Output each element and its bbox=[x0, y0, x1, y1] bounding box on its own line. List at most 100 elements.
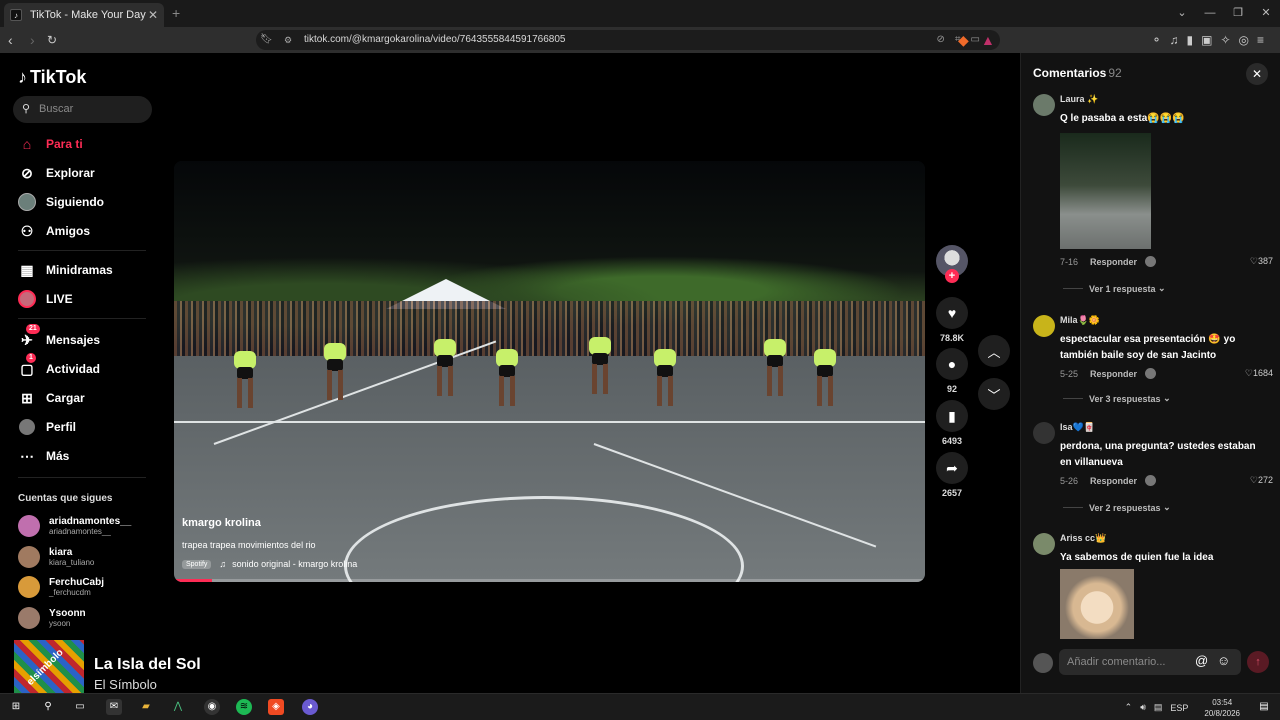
nav-mensajes[interactable]: ✈ 21 Mensajes bbox=[18, 324, 100, 351]
avatar[interactable] bbox=[1033, 422, 1055, 444]
followed-account[interactable]: Ysoonn ysoon bbox=[18, 604, 86, 632]
mention-icon[interactable]: @ bbox=[1195, 653, 1208, 668]
task-view-icon[interactable]: ▭ bbox=[72, 699, 88, 715]
window-close-icon[interactable]: ✕ bbox=[1252, 0, 1280, 27]
video-player[interactable]: kmargo krolina trapea trapea movimientos… bbox=[174, 161, 925, 582]
volume-icon[interactable]: 🔊︎ bbox=[1140, 702, 1146, 713]
previous-video-button[interactable]: ︿ bbox=[978, 335, 1010, 367]
tab-list-icon[interactable]: ⌄ bbox=[1168, 0, 1196, 27]
live-icon bbox=[18, 290, 36, 308]
nav-siguiendo[interactable]: Siguiendo bbox=[18, 191, 104, 213]
creator-liked-avatar bbox=[1145, 368, 1157, 379]
reload-icon[interactable]: ↻ bbox=[47, 27, 57, 53]
nav-mas[interactable]: ⋯ Más bbox=[18, 445, 69, 467]
comment-author[interactable]: Laura ✨ bbox=[1060, 94, 1098, 105]
reply-button[interactable]: Responder bbox=[1090, 476, 1137, 486]
followed-account[interactable]: ariadnamontes__ ariadnamontes__ bbox=[18, 512, 131, 540]
comment-like[interactable]: ♡387 bbox=[1250, 256, 1273, 267]
dancer bbox=[434, 339, 456, 399]
clock[interactable]: 03:54 20/8/2026 bbox=[1196, 697, 1240, 719]
avatar bbox=[18, 546, 40, 568]
app-icon[interactable]: ⋀ bbox=[170, 699, 186, 715]
dancer bbox=[764, 339, 786, 399]
restore-icon[interactable]: ❐ bbox=[1224, 0, 1252, 27]
view-replies[interactable]: Ver 2 respuestas ⌄ bbox=[1063, 502, 1171, 513]
discord-icon[interactable]: ◕ bbox=[302, 699, 318, 715]
obs-icon[interactable]: ◉ bbox=[204, 699, 220, 715]
nav-para-ti[interactable]: ⌂ Para ti bbox=[18, 133, 83, 155]
spotify-icon[interactable]: ≋ bbox=[236, 699, 252, 715]
site-info-icon[interactable]: ⚙ bbox=[284, 30, 292, 50]
nav-actividad[interactable]: ▢ 1 Actividad bbox=[18, 353, 100, 380]
like-button[interactable]: ♥ bbox=[936, 297, 968, 329]
dancer bbox=[234, 351, 256, 411]
nav-perfil[interactable]: Perfil bbox=[18, 416, 76, 438]
creator-liked-avatar bbox=[1145, 256, 1157, 267]
comment-input-row: Añadir comentario... @ ☺ ↑ bbox=[1033, 649, 1273, 679]
tiktok-sidebar: ♪ TikTok ⚲ Buscar ⌂ Para ti ⊘ Explorar S… bbox=[0, 53, 165, 693]
extension-icons[interactable]: ⚬♫▮▣✧◎≡ bbox=[1151, 27, 1272, 53]
new-tab-button[interactable]: + bbox=[172, 5, 180, 21]
comment-author[interactable]: Mila🌷🌼 bbox=[1060, 315, 1100, 326]
avatar[interactable] bbox=[1033, 94, 1055, 116]
video-author[interactable]: kmargo krolina bbox=[182, 517, 261, 529]
view-replies[interactable]: Ver 1 respuesta ⌄ bbox=[1063, 283, 1166, 294]
comment-button[interactable]: ● bbox=[936, 348, 968, 380]
browser-tab[interactable]: ♪ TikTok - Make Your Day ✕ bbox=[4, 3, 164, 27]
emoji-icon[interactable]: ☺ bbox=[1217, 653, 1230, 668]
share-button[interactable]: ➦ bbox=[936, 452, 968, 484]
video-music[interactable]: Spotify ♫ sonido original - kmargo kroli… bbox=[182, 559, 357, 569]
film-icon: ▦ bbox=[20, 261, 34, 278]
tray-arrow-icon[interactable]: ⌃ bbox=[1125, 702, 1133, 713]
nav-minidramas[interactable]: ▦ Minidramas bbox=[18, 259, 112, 281]
windows-start-icon[interactable]: ⊞ bbox=[8, 699, 24, 715]
followed-account[interactable]: FerchuCabj _ferchucdm bbox=[18, 573, 104, 601]
next-video-button[interactable]: ﹀ bbox=[978, 378, 1010, 410]
avatar bbox=[1033, 653, 1053, 673]
video-progress-bar[interactable] bbox=[174, 579, 925, 582]
chevron-down-icon: ⌄ bbox=[1155, 283, 1166, 293]
comment-like[interactable]: ♡272 bbox=[1250, 475, 1273, 486]
brave-rewards-icon[interactable]: ▲ bbox=[981, 27, 995, 53]
nav-amigos[interactable]: ⚇ Amigos bbox=[18, 220, 90, 242]
notifications-icon[interactable]: ▤ bbox=[1256, 699, 1272, 715]
tiktok-logo[interactable]: ♪ TikTok bbox=[18, 67, 86, 88]
reply-button[interactable]: Responder bbox=[1090, 257, 1137, 267]
bookmark-icon[interactable]: 🔖︎ bbox=[260, 30, 273, 50]
save-button[interactable]: ▮ bbox=[936, 400, 968, 432]
close-comments-button[interactable]: ✕ bbox=[1246, 63, 1268, 85]
file-explorer-icon[interactable]: ▰ bbox=[138, 699, 154, 715]
search-icon[interactable]: ⚲ bbox=[40, 699, 56, 715]
send-comment-button[interactable]: ↑ bbox=[1247, 651, 1269, 673]
dancer bbox=[589, 337, 611, 397]
view-replies[interactable]: Ver 3 respuestas ⌄ bbox=[1063, 393, 1171, 404]
close-tab-icon[interactable]: ✕ bbox=[148, 8, 158, 22]
mail-icon[interactable]: ✉ bbox=[106, 699, 122, 715]
brave-shield-icon[interactable]: ◆ bbox=[958, 27, 969, 53]
nav-cargar[interactable]: ⊞ Cargar bbox=[18, 387, 85, 409]
comment-input[interactable]: Añadir comentario... bbox=[1059, 649, 1241, 675]
brave-icon[interactable]: ◈ bbox=[268, 699, 284, 715]
avatar[interactable] bbox=[1033, 533, 1055, 555]
comment-image[interactable] bbox=[1060, 569, 1134, 639]
comment-like[interactable]: ♡1684 bbox=[1245, 368, 1273, 379]
chevron-up-icon: ︿ bbox=[987, 344, 1001, 360]
minimize-icon[interactable]: — bbox=[1196, 0, 1224, 27]
reply-button[interactable]: Responder bbox=[1090, 369, 1137, 379]
search-input[interactable]: ⚲ Buscar bbox=[13, 96, 152, 123]
network-icon[interactable]: ▤ bbox=[1154, 702, 1163, 713]
avatar[interactable] bbox=[1033, 315, 1055, 337]
language-indicator[interactable]: ESP bbox=[1170, 703, 1188, 713]
comment-image[interactable] bbox=[1060, 133, 1151, 249]
follow-plus-icon[interactable]: + bbox=[945, 269, 959, 283]
url-bar[interactable]: 🔖︎ ⚙ tiktok.com/@kmargokarolina/video/76… bbox=[256, 30, 1000, 50]
spotify-tag[interactable]: Spotify bbox=[182, 559, 212, 569]
comment-author[interactable]: Ariss cc👑 bbox=[1060, 533, 1106, 544]
back-icon[interactable]: ‹ bbox=[8, 27, 13, 53]
nav-explorar[interactable]: ⊘ Explorar bbox=[18, 162, 95, 184]
forward-icon[interactable]: › bbox=[30, 27, 35, 53]
nav-live[interactable]: LIVE bbox=[18, 288, 73, 310]
comment-author[interactable]: Isa💙🀄 bbox=[1060, 422, 1095, 433]
tiktok-note-icon: ♪ bbox=[18, 67, 27, 87]
followed-account[interactable]: kiara kiara_tuliano bbox=[18, 543, 94, 571]
